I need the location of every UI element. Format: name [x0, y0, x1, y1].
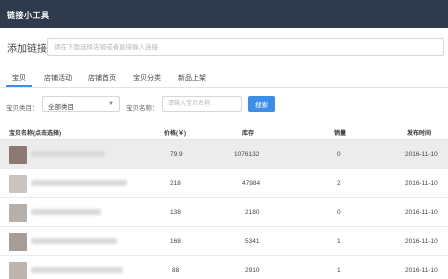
item-name-label: 宝贝名称： — [126, 105, 159, 112]
cell-stock: 1076132 — [234, 151, 260, 158]
tab-new-arrivals[interactable]: 新品上架 — [178, 73, 206, 83]
cell-published: 2016-11-10 — [405, 267, 438, 274]
cell-sales: 1 — [337, 267, 341, 274]
active-tab-indicator — [6, 85, 32, 87]
chevron-down-icon: ▼ — [108, 101, 114, 107]
cell-price: 138 — [170, 209, 181, 216]
cell-published: 2016-11-10 — [405, 180, 438, 187]
table-row[interactable]: 79.9 1076132 0 2016-11-10 — [0, 140, 448, 169]
cell-stock: 2180 — [245, 209, 260, 216]
header-published: 发布时间 — [407, 131, 432, 137]
item-name-redacted[interactable] — [31, 209, 101, 215]
tab-item-category[interactable]: 宝贝分类 — [133, 73, 161, 83]
tab-shop-home[interactable]: 店铺首页 — [88, 73, 116, 83]
cell-published: 2016-11-10 — [405, 209, 438, 216]
item-thumbnail[interactable] — [9, 262, 27, 279]
tab-items[interactable]: 宝贝 — [12, 73, 26, 83]
item-name-redacted[interactable] — [31, 151, 105, 157]
cell-sales: 0 — [337, 209, 341, 216]
cell-published: 2016-11-10 — [405, 238, 438, 245]
cell-sales: 1 — [337, 238, 341, 245]
cell-published: 2016-11-10 — [405, 151, 438, 158]
header-sales: 销量 — [334, 131, 347, 137]
cell-price: 168 — [170, 238, 181, 245]
item-thumbnail[interactable] — [9, 175, 27, 193]
cell-stock: 5341 — [245, 238, 260, 245]
cell-price: 79.9 — [170, 151, 183, 158]
app-title: 链接小工具 — [7, 11, 50, 20]
table-row[interactable]: 138 2180 0 2016-11-10 — [0, 198, 448, 227]
category-select-value: 全部类目 — [48, 104, 74, 111]
item-name-redacted[interactable] — [31, 180, 127, 186]
category-label: 宝贝类目： — [6, 105, 39, 112]
search-button[interactable]: 搜索 — [248, 96, 275, 112]
cell-price: 88 — [172, 267, 180, 274]
header-stock: 库存 — [242, 131, 255, 137]
category-select[interactable]: 全部类目 ▼ — [42, 96, 120, 112]
item-name-redacted[interactable] — [31, 267, 123, 273]
cell-stock: 47984 — [242, 180, 261, 187]
item-thumbnail[interactable] — [9, 146, 27, 164]
header-name: 宝贝名称(点击选择) — [9, 131, 61, 137]
table-row[interactable]: 88 2910 1 2016-11-10 — [0, 256, 448, 279]
cell-sales: 2 — [337, 180, 341, 187]
table-row[interactable]: 218 47984 2 2016-11-10 — [0, 169, 448, 198]
header-price: 价格(￥) — [164, 131, 186, 137]
item-thumbnail[interactable] — [9, 233, 27, 251]
add-link-label: 添加链接 — [7, 44, 47, 55]
title-bar: 链接小工具 — [0, 0, 448, 28]
link-input[interactable] — [47, 38, 444, 56]
item-thumbnail[interactable] — [9, 204, 27, 222]
item-name-input[interactable] — [162, 96, 242, 112]
item-name-redacted[interactable] — [31, 238, 117, 244]
cell-stock: 2910 — [245, 267, 260, 274]
tab-bar: 宝贝 店铺活动 店铺首页 宝贝分类 新品上架 — [0, 66, 448, 88]
table-header: 宝贝名称(点击选择) 价格(￥) 库存 销量 发布时间 — [0, 122, 448, 140]
table-row[interactable]: 168 5341 1 2016-11-10 — [0, 227, 448, 256]
cell-sales: 0 — [337, 151, 341, 158]
tab-shop-activity[interactable]: 店铺活动 — [44, 73, 72, 83]
cell-price: 218 — [170, 180, 181, 187]
